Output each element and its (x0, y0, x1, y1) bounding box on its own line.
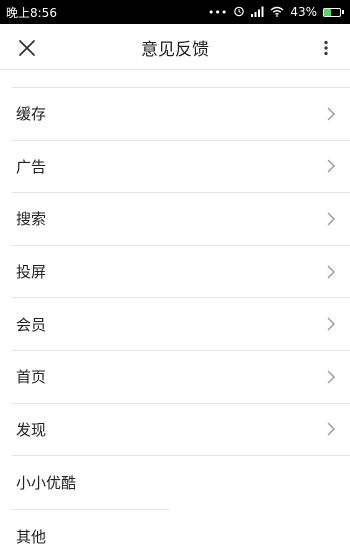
partial-row-top (12, 70, 350, 88)
more-vertical-icon (324, 40, 328, 56)
status-icons: ••• 43% (208, 5, 344, 19)
status-bar: 晚上8:56 ••• 43% (0, 0, 350, 24)
feedback-category-list: 缓存 广告 搜索 投屏 会员 首页 发现 小小优酷 其他 (0, 70, 350, 547)
close-button[interactable] (14, 35, 40, 61)
list-item-label: 其他 (16, 527, 47, 546)
list-item-label: 首页 (16, 368, 47, 387)
list-item-cache[interactable]: 缓存 (12, 88, 350, 141)
battery-icon (323, 7, 344, 17)
alarm-icon (233, 5, 245, 19)
list-item-cast[interactable]: 投屏 (12, 246, 350, 299)
list-item-discover[interactable]: 发现 (12, 404, 350, 457)
battery-percent: 43% (290, 5, 317, 19)
list-item-ads[interactable]: 广告 (12, 141, 350, 194)
list-item-other[interactable]: 其他 (12, 510, 350, 547)
list-item-kids[interactable]: 小小优酷 (12, 456, 350, 509)
close-icon (19, 40, 35, 56)
chevron-right-icon (327, 265, 335, 279)
chevron-right-icon (327, 107, 335, 121)
list-item-home[interactable]: 首页 (12, 351, 350, 404)
list-item-label: 缓存 (16, 105, 47, 124)
list-item-label: 投屏 (16, 263, 47, 282)
more-dots-icon: ••• (207, 5, 228, 19)
app-header: 意见反馈 (0, 24, 350, 70)
list-item-search[interactable]: 搜索 (12, 193, 350, 246)
signal-icon (251, 6, 264, 19)
wifi-icon (270, 6, 284, 19)
list-item-label: 小小优酷 (16, 473, 77, 492)
chevron-right-icon (327, 212, 335, 226)
chevron-right-icon (327, 317, 335, 331)
list-item-label: 发现 (16, 420, 47, 439)
list-item-label: 搜索 (16, 210, 47, 229)
list-item-label: 广告 (16, 157, 47, 176)
page-title: 意见反馈 (141, 39, 209, 60)
chevron-right-icon (327, 159, 335, 173)
more-options-button[interactable] (314, 36, 338, 60)
status-time: 晚上8:56 (6, 5, 57, 20)
chevron-right-icon (327, 422, 335, 436)
chevron-right-icon (327, 370, 335, 384)
list-item-label: 会员 (16, 315, 47, 334)
list-item-membership[interactable]: 会员 (12, 298, 350, 351)
